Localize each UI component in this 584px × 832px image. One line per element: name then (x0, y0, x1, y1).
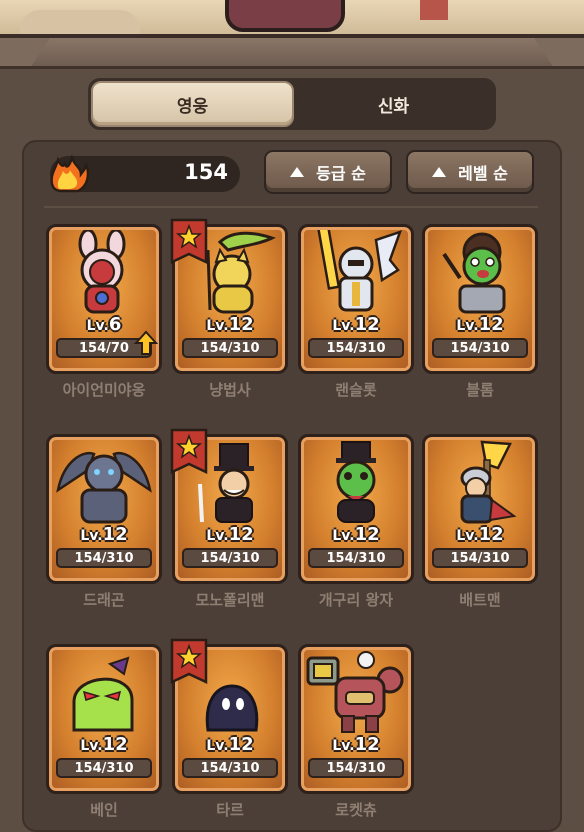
sort-by-grade-button[interactable]: 등급 순 (264, 150, 392, 194)
hero-level: Lv.12 (456, 524, 504, 545)
hero-level: Lv.12 (332, 734, 380, 755)
star-flag-icon (170, 638, 208, 684)
hero-card-lancelot[interactable]: Lv.12 154/310 랜슬롯 (298, 224, 414, 399)
hero-portrait (78, 230, 126, 314)
hero-portrait (316, 230, 403, 312)
hero-exp: 154/310 (308, 758, 404, 778)
hero-name: 배트맨 (459, 591, 501, 609)
hero-card-monopoly-man[interactable]: Lv.12 154/310 모노폴리맨 (170, 428, 288, 609)
hero-level: Lv.12 (206, 524, 254, 545)
hero-card-iron-meow[interactable]: Lv.6 154/70 아이언미야옹 (46, 224, 162, 399)
hero-exp: 154/310 (56, 758, 152, 778)
hero-level: Lv.12 (80, 524, 128, 545)
tab-heroes[interactable]: 영웅 (91, 81, 294, 127)
character-body-partial (225, 0, 345, 32)
triangle-up-icon (290, 167, 305, 177)
currency-value: 154 (184, 160, 228, 184)
upgrade-arrow-icon (134, 330, 158, 355)
hero-card-blom[interactable]: Lv.12 154/310 블롬 (422, 224, 538, 399)
hero-exp: 154/310 (432, 548, 528, 568)
hero-card-rocket-chu[interactable]: Lv.12 154/310 로켓츄 (298, 644, 414, 819)
hero-exp: 154/310 (182, 548, 278, 568)
hero-portrait (56, 451, 152, 524)
hero-level: Lv.12 (206, 314, 254, 335)
sort-by-level-button[interactable]: 레벨 순 (406, 150, 534, 194)
star-flag-icon (170, 218, 208, 264)
hero-name: 로켓츄 (335, 801, 377, 819)
star-flag-icon (170, 428, 208, 474)
hero-level: Lv.12 (456, 314, 504, 335)
hero-portrait (336, 441, 376, 523)
divider (44, 206, 538, 208)
hero-level: Lv.12 (332, 314, 380, 335)
hero-portrait (72, 656, 134, 732)
hero-card-frog-prince[interactable]: Lv.12 154/310 개구리 왕자 (298, 434, 414, 609)
tab-bar: 영웅 신화 (88, 78, 496, 130)
hero-exp: 154/310 (182, 758, 278, 778)
triangle-up-icon (432, 167, 447, 177)
top-rail (0, 34, 584, 68)
hero-card-dragon[interactable]: Lv.12 154/310 드래곤 (46, 434, 162, 609)
hero-exp: 154/310 (432, 338, 528, 358)
hero-level: Lv.12 (332, 524, 380, 545)
flame-icon (50, 154, 90, 193)
hero-portrait (306, 651, 404, 733)
hero-card-batman[interactable]: Lv.12 154/310 배트맨 (422, 434, 538, 609)
sort-by-grade-label: 등급 순 (316, 164, 366, 183)
hero-portrait (460, 440, 517, 524)
hero-name: 블롬 (466, 381, 494, 399)
hero-portrait (442, 232, 506, 314)
hero-card-cat-wizard[interactable]: Lv.12 154/310 냥법사 (170, 218, 288, 399)
hero-exp: 154/310 (308, 548, 404, 568)
hero-card-tar[interactable]: Lv.12 154/310 타르 (170, 638, 288, 819)
hero-level: Lv.12 (80, 734, 128, 755)
background-flag (420, 0, 448, 20)
hero-level: Lv.12 (206, 734, 254, 755)
hero-exp: 154/310 (182, 338, 278, 358)
hero-card-bane[interactable]: Lv.12 154/310 베인 (46, 644, 162, 819)
hero-exp: 154/310 (308, 338, 404, 358)
tab-mythic[interactable]: 신화 (294, 81, 493, 127)
sort-by-level-label: 레벨 순 (458, 164, 508, 183)
hero-exp: 154/310 (56, 548, 152, 568)
